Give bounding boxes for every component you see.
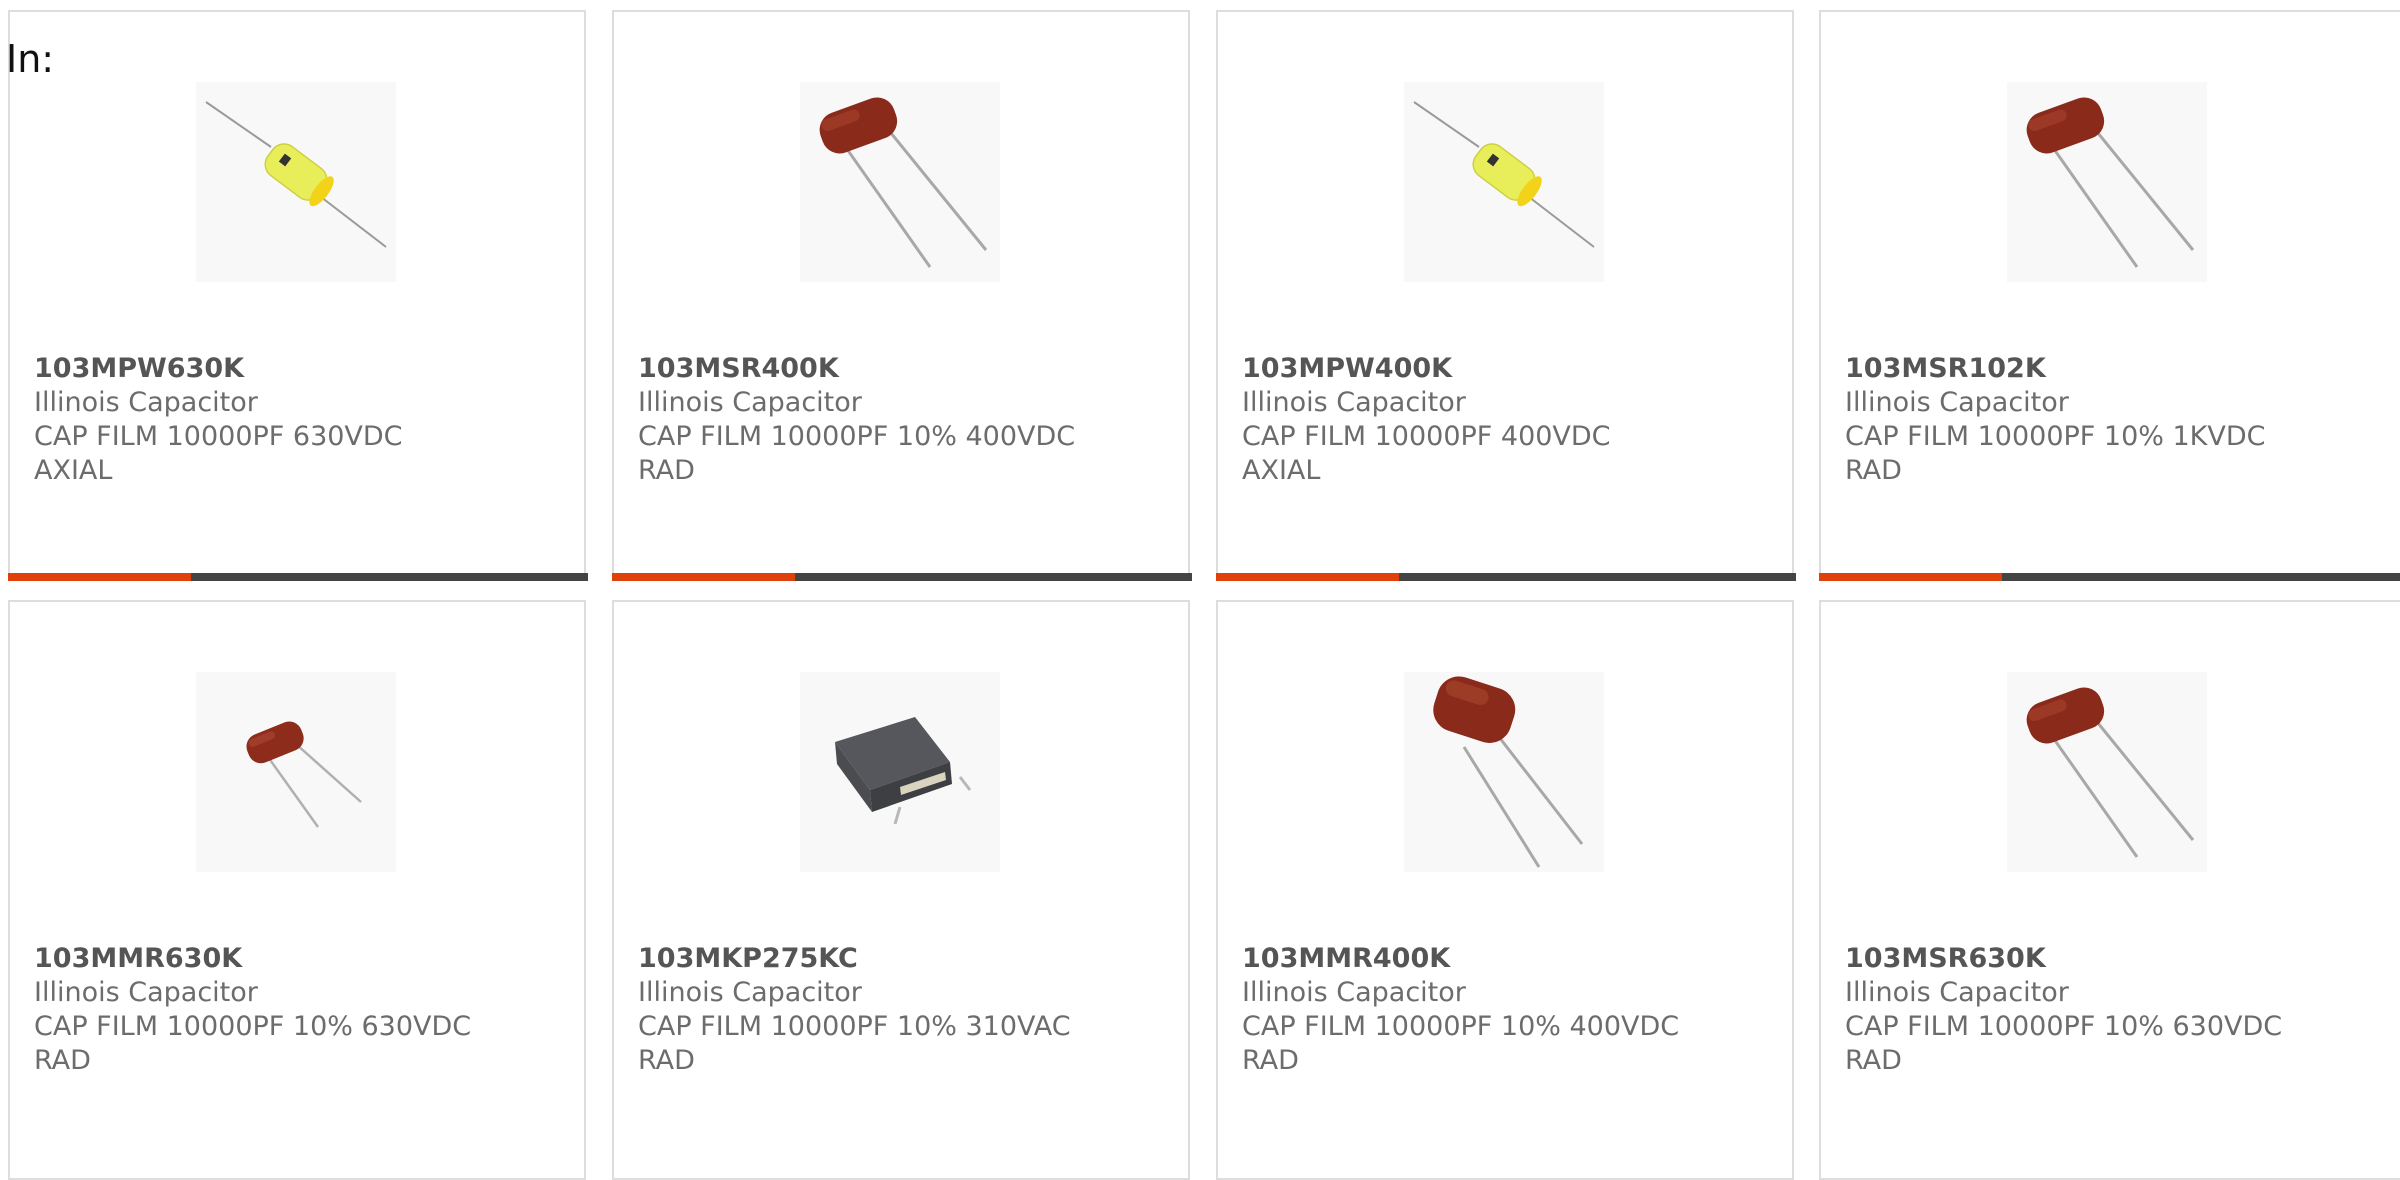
part-number-link[interactable]: 103MSR102K (1845, 352, 2390, 386)
part-number-link[interactable]: 103MPW400K (1242, 352, 1782, 386)
part-number-link[interactable]: 103MPW630K (34, 352, 574, 386)
card-footer-bar (612, 573, 1192, 581)
manufacturer-text: Illinois Capacitor (1242, 387, 1466, 418)
product-card[interactable]: 103MMR630K Illinois Capacitor CAP FILM 1… (8, 600, 586, 1180)
description-text: CAP FILM 10000PF 10% 1KVDC (1845, 421, 2266, 452)
description-package-text: RAD (638, 1045, 695, 1076)
part-number-link[interactable]: 103MSR630K (1845, 942, 2390, 976)
description-text: CAP FILM 10000PF 10% 400VDC (638, 421, 1076, 452)
box-capacitor-image[interactable] (800, 672, 1000, 872)
description-package-text: RAD (1845, 455, 1902, 486)
product-grid: 103MPW630K Illinois Capacitor CAP FILM 1… (8, 10, 2400, 1180)
part-number-link[interactable]: 103MMR400K (1242, 942, 1782, 976)
part-number-link[interactable]: 103MKP275KC (638, 942, 1178, 976)
description-text: CAP FILM 10000PF 10% 310VAC (638, 1011, 1071, 1042)
description-text: CAP FILM 10000PF 400VDC (1242, 421, 1611, 452)
description-text: CAP FILM 10000PF 10% 630VDC (1845, 1011, 2283, 1042)
axial-capacitor-image[interactable] (196, 82, 396, 282)
product-card[interactable]: 103MKP275KC Illinois Capacitor CAP FILM … (612, 600, 1190, 1180)
radial-capacitor-image[interactable] (800, 82, 1000, 282)
product-card[interactable]: 103MMR400K Illinois Capacitor CAP FILM 1… (1216, 600, 1794, 1180)
part-number-link[interactable]: 103MMR630K (34, 942, 574, 976)
description-package-text: RAD (34, 1045, 91, 1076)
description-package-text: AXIAL (34, 455, 113, 486)
radial-capacitor-image[interactable] (2007, 82, 2207, 282)
description-package-text: RAD (1845, 1045, 1902, 1076)
radial-capacitor-image[interactable] (196, 672, 396, 872)
filter-label: In: (6, 37, 55, 81)
manufacturer-text: Illinois Capacitor (34, 977, 258, 1008)
product-card[interactable]: 103MSR630K Illinois Capacitor CAP FILM 1… (1819, 600, 2400, 1180)
product-card[interactable]: 103MPW630K Illinois Capacitor CAP FILM 1… (8, 10, 588, 581)
description-text: CAP FILM 10000PF 10% 400VDC (1242, 1011, 1680, 1042)
description-package-text: RAD (638, 455, 695, 486)
card-footer-bar (1216, 573, 1796, 581)
description-text: CAP FILM 10000PF 630VDC (34, 421, 403, 452)
part-number-link[interactable]: 103MSR400K (638, 352, 1178, 386)
card-footer-bar (8, 573, 588, 581)
radial-capacitor-image[interactable] (1404, 672, 1604, 872)
product-card[interactable]: 103MSR102K Illinois Capacitor CAP FILM 1… (1819, 10, 2400, 581)
manufacturer-text: Illinois Capacitor (1845, 387, 2069, 418)
manufacturer-text: Illinois Capacitor (1242, 977, 1466, 1008)
manufacturer-text: Illinois Capacitor (638, 977, 862, 1008)
description-package-text: AXIAL (1242, 455, 1321, 486)
radial-capacitor-image[interactable] (2007, 672, 2207, 872)
description-text: CAP FILM 10000PF 10% 630VDC (34, 1011, 472, 1042)
product-card[interactable]: 103MPW400K Illinois Capacitor CAP FILM 1… (1216, 10, 1796, 581)
manufacturer-text: Illinois Capacitor (1845, 977, 2069, 1008)
manufacturer-text: Illinois Capacitor (638, 387, 862, 418)
description-package-text: RAD (1242, 1045, 1299, 1076)
card-footer-bar (1819, 573, 2400, 581)
product-card[interactable]: 103MSR400K Illinois Capacitor CAP FILM 1… (612, 10, 1192, 581)
axial-capacitor-image[interactable] (1404, 82, 1604, 282)
manufacturer-text: Illinois Capacitor (34, 387, 258, 418)
